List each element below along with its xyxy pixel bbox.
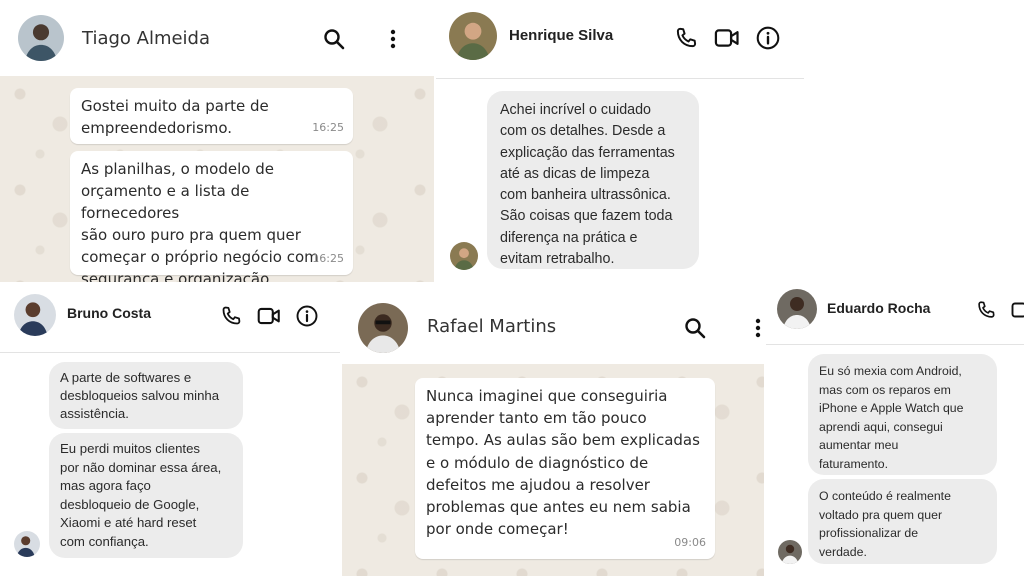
message-text: Eu só mexia com Android, mas com os repa… [819, 364, 964, 471]
phone-icon[interactable] [218, 303, 244, 329]
contact-name[interactable]: Bruno Costa [67, 305, 151, 321]
phone-icon[interactable] [974, 298, 998, 322]
chat-panel-rafael: Rafael Martins Nunca imaginei que conseg… [342, 292, 764, 576]
message-bubble[interactable]: Eu perdi muitos clientes por não dominar… [49, 433, 243, 558]
avatar[interactable] [777, 289, 817, 329]
chat-header: Rafael Martins [342, 292, 764, 364]
info-icon[interactable] [754, 24, 782, 52]
sender-avatar[interactable] [450, 242, 478, 270]
contact-name[interactable]: Eduardo Rocha [827, 300, 930, 316]
avatar[interactable] [449, 12, 497, 60]
contact-name[interactable]: Rafael Martins [427, 316, 556, 337]
more-vertical-icon[interactable] [745, 315, 764, 341]
contact-name[interactable]: Tiago Almeida [82, 28, 210, 49]
chat-panel-henrique: Henrique Silva Achei incrível o cuidado … [436, 0, 804, 282]
sender-avatar[interactable] [778, 540, 802, 564]
message-text: Gostei muito da parte de empreendedorism… [81, 97, 269, 137]
video-icon[interactable] [1009, 298, 1024, 322]
message-bubble[interactable]: Nunca imaginei que conseguiria aprender … [415, 378, 715, 559]
message-time: 09:06 [674, 535, 706, 549]
message-text: Nunca imaginei que conseguiria aprender … [426, 387, 700, 539]
chat-panel-tiago: Tiago Almeida Gostei muito da parte de e… [0, 0, 434, 282]
info-icon[interactable] [294, 303, 320, 329]
avatar[interactable] [18, 15, 64, 61]
more-vertical-icon[interactable] [380, 26, 406, 52]
chat-header: Bruno Costa [0, 284, 340, 352]
message-text: A parte de softwares e desbloqueios salv… [60, 370, 220, 421]
video-icon[interactable] [713, 24, 741, 52]
chat-header: Eduardo Rocha [766, 276, 1024, 344]
avatar[interactable] [358, 303, 408, 353]
avatar[interactable] [14, 294, 56, 336]
message-bubble[interactable]: Gostei muito da parte de empreendedorism… [70, 88, 353, 144]
message-bubble[interactable]: As planilhas, o modelo de orçamento e a … [70, 151, 353, 282]
message-text: Eu perdi muitos clientes por não dominar… [60, 441, 222, 549]
chat-panel-bruno: Bruno Costa A parte de softwares e desbl… [0, 284, 340, 576]
phone-icon[interactable] [672, 24, 700, 52]
message-time: 16:25 [312, 121, 344, 134]
contact-name[interactable]: Henrique Silva [509, 27, 613, 44]
search-icon[interactable] [682, 315, 708, 341]
message-text: Achei incrível o cuidado com os detalhes… [500, 102, 675, 268]
chat-panel-eduardo: Eduardo Rocha Eu só mexia com Android, m… [766, 276, 1024, 576]
message-bubble[interactable]: A parte de softwares e desbloqueios salv… [49, 362, 243, 429]
chat-header: Henrique Silva [436, 0, 804, 78]
message-bubble[interactable]: Achei incrível o cuidado com os detalhes… [487, 91, 699, 269]
message-bubble[interactable]: Eu só mexia com Android, mas com os repa… [808, 354, 997, 475]
chat-header: Tiago Almeida [0, 0, 434, 76]
message-time: 16:25 [312, 252, 344, 265]
message-text: As planilhas, o modelo de orçamento e a … [81, 160, 319, 282]
sender-avatar[interactable] [14, 531, 40, 557]
message-text: O conteúdo é realmente voltado pra quem … [819, 489, 951, 559]
message-bubble[interactable]: O conteúdo é realmente voltado pra quem … [808, 479, 997, 564]
search-icon[interactable] [321, 26, 347, 52]
video-icon[interactable] [256, 303, 282, 329]
